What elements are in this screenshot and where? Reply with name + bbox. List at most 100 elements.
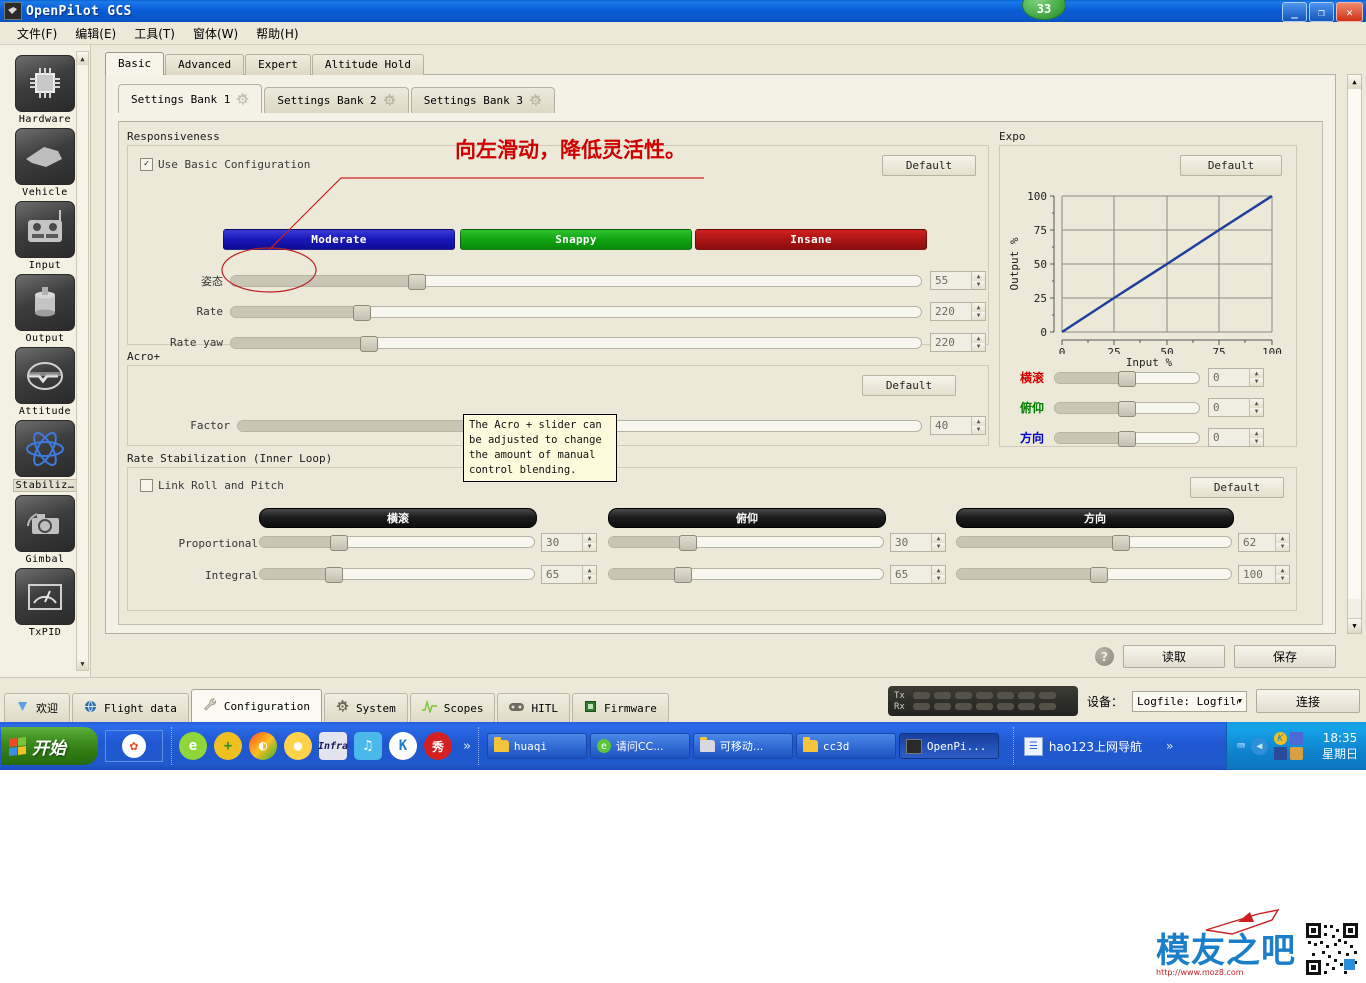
connect-button[interactable]: 连接	[1256, 689, 1360, 713]
spin-arrows[interactable]: ▲ ▼	[582, 566, 596, 583]
start-button[interactable]: 开始	[1, 727, 98, 765]
yaw-integral-slider[interactable]	[956, 567, 1232, 583]
tab-settings-bank-2[interactable]: Settings Bank 2	[264, 87, 409, 113]
bottom-nav-configuration[interactable]: Configuration	[190, 689, 322, 722]
spin-up-icon[interactable]: ▲	[972, 417, 985, 426]
ie-icon[interactable]: e	[179, 732, 207, 760]
spin-up-icon[interactable]: ▲	[1276, 566, 1289, 575]
spin-up-icon[interactable]: ▲	[972, 334, 985, 343]
slider-knob[interactable]	[1118, 370, 1136, 387]
spin-down-icon[interactable]: ▼	[583, 574, 596, 583]
qq-chat-icon[interactable]: ●	[284, 732, 312, 760]
desk-band-label[interactable]: hao123上网导航	[1049, 738, 1142, 755]
expo-default-button[interactable]: Default	[1180, 155, 1282, 176]
axis-header-roll[interactable]: 横滚	[259, 508, 537, 528]
help-icon[interactable]: ?	[1095, 647, 1114, 666]
close-button[interactable]: ✕	[1336, 2, 1363, 22]
spin-up-icon[interactable]: ▲	[932, 566, 945, 575]
tab-settings-bank-1[interactable]: Settings Bank 1	[118, 84, 263, 113]
axis-header-yaw[interactable]: 方向	[956, 508, 1234, 528]
taskbar-window-huaqi[interactable]: huaqi	[486, 733, 587, 759]
taskbar-window-cc[interactable]: e 请问CC...	[589, 733, 690, 759]
menu-file[interactable]: 文件(F)	[8, 23, 66, 44]
save-button[interactable]: 保存	[1234, 645, 1336, 668]
quick-launch-overflow-icon[interactable]: »	[463, 739, 471, 754]
meitu-icon[interactable]: 秀	[424, 732, 452, 760]
spin-arrows[interactable]: ▲ ▼	[1275, 534, 1289, 551]
tab-basic[interactable]: Basic	[105, 52, 165, 75]
slider-knob[interactable]	[1118, 430, 1136, 447]
spin-arrows[interactable]: ▲ ▼	[931, 566, 945, 583]
taskbar-window-cc3d[interactable]: cc3d	[795, 733, 896, 759]
taskbar-window-removable[interactable]: 可移动...	[692, 733, 793, 759]
spin-arrows[interactable]: ▲ ▼	[1249, 399, 1263, 416]
360-icon[interactable]: ◐	[249, 732, 277, 760]
spin-arrows[interactable]: ▲ ▼	[582, 534, 596, 551]
spin-up-icon[interactable]: ▲	[583, 534, 596, 543]
scroll-down-icon[interactable]: ▼	[77, 657, 88, 670]
spin-up-icon[interactable]: ▲	[972, 303, 985, 312]
slider-knob[interactable]	[1090, 567, 1109, 583]
acro-factor-spinbox[interactable]: 40 ▲ ▼	[930, 416, 986, 435]
pitch-integral-spinbox[interactable]: 65 ▲ ▼	[890, 565, 946, 584]
quick-launch-pinned[interactable]: ✿	[105, 730, 163, 762]
menu-window[interactable]: 窗体(W)	[184, 23, 247, 44]
yaw-proportional-spinbox[interactable]: 62 ▲ ▼	[1238, 533, 1290, 552]
kingsoft-icon[interactable]: K	[389, 732, 417, 760]
spin-arrows[interactable]: ▲ ▼	[971, 334, 985, 351]
maximize-button[interactable]: ❐	[1309, 2, 1334, 22]
expo-roll-spinbox[interactable]: 0 ▲ ▼	[1208, 368, 1264, 387]
bottom-nav-system[interactable]: System	[323, 693, 408, 722]
kingsoft-icon[interactable]: K	[1273, 732, 1287, 745]
pinwheel-icon[interactable]: ✿	[122, 734, 146, 758]
bottom-nav-scopes[interactable]: Scopes	[409, 693, 496, 722]
chevron-left-icon[interactable]: ◀	[1250, 737, 1268, 755]
spin-up-icon[interactable]: ▲	[1250, 399, 1263, 408]
spin-arrows[interactable]: ▲ ▼	[971, 303, 985, 320]
yaw-proportional-slider[interactable]	[956, 535, 1232, 551]
preset-moderate-button[interactable]: Moderate	[223, 229, 455, 250]
keyboard-icon[interactable]: ⌨	[1237, 739, 1245, 754]
use-basic-configuration-checkbox[interactable]: ✓ Use Basic Configuration	[140, 158, 310, 171]
spin-arrows[interactable]: ▲ ▼	[1249, 369, 1263, 386]
expo-pitch-spinbox[interactable]: 0 ▲ ▼	[1208, 398, 1264, 417]
slider-knob[interactable]	[1118, 400, 1136, 417]
scroll-up-icon[interactable]: ▲	[77, 52, 88, 65]
slider-knob[interactable]	[324, 567, 343, 583]
spin-up-icon[interactable]: ▲	[583, 566, 596, 575]
rate-slider[interactable]	[230, 304, 922, 321]
tab-expert[interactable]: Expert	[245, 54, 311, 75]
spin-arrows[interactable]: ▲ ▼	[931, 534, 945, 551]
tab-altitude-hold[interactable]: Altitude Hold	[311, 54, 424, 75]
spin-down-icon[interactable]: ▼	[932, 574, 945, 583]
slider-knob[interactable]	[408, 273, 427, 290]
main-scrollbar[interactable]: ▲ ▼	[1347, 74, 1362, 634]
menu-tools[interactable]: 工具(T)	[125, 23, 184, 44]
taskbar-window-openpilot[interactable]: OpenPi...	[898, 733, 999, 759]
spin-down-icon[interactable]: ▼	[1276, 542, 1289, 551]
pitch-proportional-slider[interactable]	[608, 535, 884, 551]
rate-stab-default-button[interactable]: Default	[1190, 477, 1284, 498]
slider-knob[interactable]	[330, 535, 349, 551]
spin-down-icon[interactable]: ▼	[1250, 407, 1263, 416]
infrarecorder-icon[interactable]: Infra	[318, 732, 348, 760]
spin-arrows[interactable]: ▲ ▼	[971, 272, 985, 289]
spin-down-icon[interactable]: ▼	[972, 311, 985, 320]
roll-proportional-spinbox[interactable]: 30 ▲ ▼	[541, 533, 597, 552]
expo-yaw-slider[interactable]	[1054, 430, 1200, 447]
menu-edit[interactable]: 编辑(E)	[66, 23, 125, 44]
slider-knob[interactable]	[353, 304, 372, 321]
acro-default-button[interactable]: Default	[862, 375, 956, 396]
pitch-integral-slider[interactable]	[608, 567, 884, 583]
minimize-button[interactable]: _	[1282, 2, 1307, 22]
bottom-nav-hitl[interactable]: HITL	[497, 693, 570, 722]
menu-help[interactable]: 帮助(H)	[247, 23, 307, 44]
bottom-nav-welcome[interactable]: 欢迎	[4, 693, 70, 722]
attitude-slider[interactable]	[230, 273, 922, 290]
roll-integral-slider[interactable]	[259, 567, 535, 583]
tab-advanced[interactable]: Advanced	[165, 54, 245, 75]
slider-knob[interactable]	[1112, 535, 1131, 551]
tab-settings-bank-3[interactable]: Settings Bank 3	[410, 87, 556, 113]
plus-shield-icon[interactable]: +	[214, 732, 242, 760]
link-roll-pitch-checkbox[interactable]: ✓ Link Roll and Pitch	[140, 479, 284, 492]
